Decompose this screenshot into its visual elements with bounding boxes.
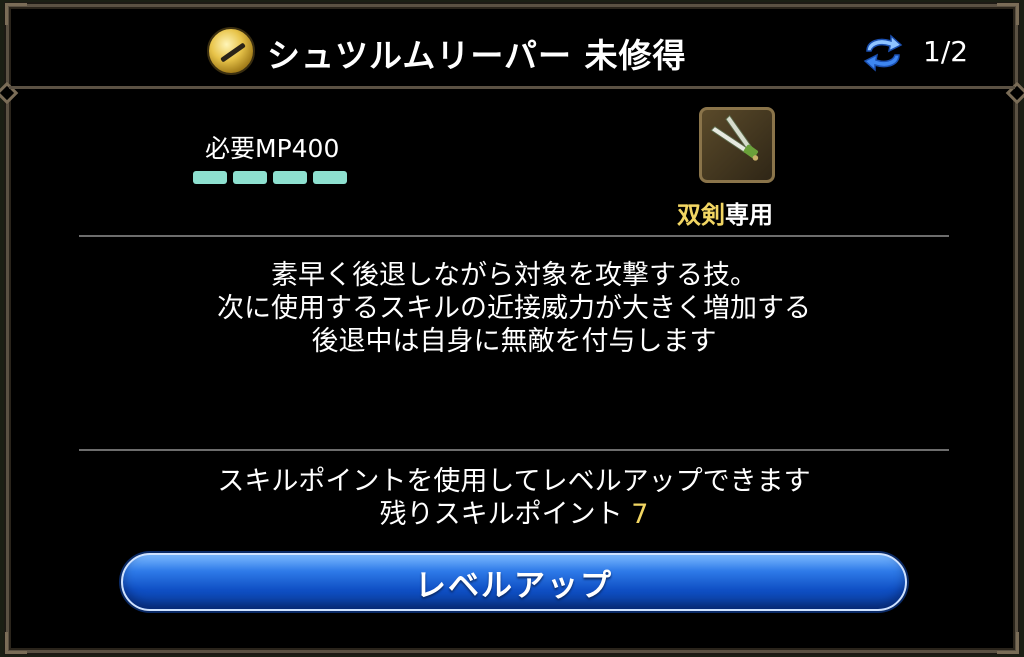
remaining-skill-points: 残りスキルポイント 7 [79, 498, 949, 531]
skill-dialog: シュツルムリーパー 未修得 1/2 必要MP400 双剣専用 素早く後退しながら… [0, 3, 1024, 654]
mp-pip [273, 171, 307, 184]
remaining-skill-points-value: 7 [631, 499, 649, 530]
skill-description: 素早く後退しながら対象を攻撃する技。 次に使用するスキルの近接威力が大きく増加す… [79, 259, 949, 358]
mp-requirement: 必要MP400 [205, 134, 340, 163]
weapon-type-name: 双剣 [677, 201, 725, 229]
frame-corner-ornament [5, 632, 27, 654]
mp-pips [193, 171, 347, 184]
cycle-arrows-icon[interactable] [861, 33, 905, 73]
remaining-skill-points-label: 残りスキルポイント [379, 499, 623, 530]
weapon-restriction-suffix: 専用 [725, 201, 773, 229]
skill-point-info: スキルポイントを使用してレベルアップできます 残りスキルポイント 7 [79, 465, 949, 531]
mp-pip [193, 171, 227, 184]
skill-point-hint: スキルポイントを使用してレベルアップできます [217, 466, 811, 497]
weapon-restriction: 双剣専用 [677, 195, 773, 230]
dialog-header: シュツルムリーパー 未修得 1/2 [9, 7, 1015, 89]
frame-corner-ornament [997, 632, 1019, 654]
description-line: 後退中は自身に無敵を付与します [311, 326, 717, 357]
divider [79, 235, 949, 237]
page-indicator: 1/2 [923, 35, 969, 68]
level-up-button[interactable]: レベルアップ [121, 553, 907, 611]
dual-swords-icon [699, 107, 775, 183]
mp-pip [233, 171, 267, 184]
description-line: 素早く後退しながら対象を攻撃する技。 [271, 260, 757, 291]
skill-emblem-icon [207, 27, 255, 75]
skill-title: シュツルムリーパー 未修得 [267, 36, 687, 75]
mp-pip [313, 171, 347, 184]
description-line: 次に使用するスキルの近接威力が大きく増加する [217, 293, 811, 324]
divider [79, 449, 949, 451]
